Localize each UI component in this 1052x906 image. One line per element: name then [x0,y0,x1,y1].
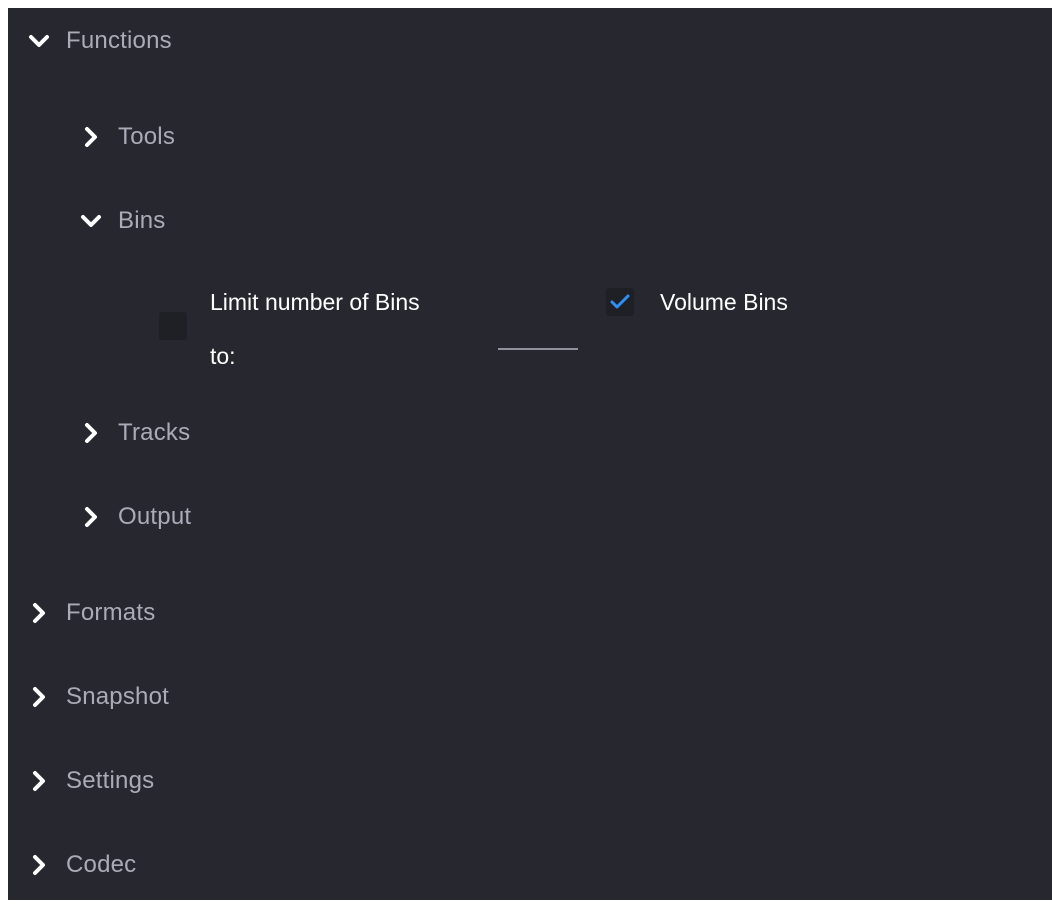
tree-item-formats[interactable]: Formats [24,598,155,628]
chevron-down-icon [76,206,106,236]
limit-bins-label-suffix: to: [210,343,236,369]
tree-item-functions[interactable]: Functions [24,26,172,56]
chevron-down-icon [24,26,54,56]
tree-item-bins[interactable]: Bins [76,206,166,236]
chevron-right-icon [24,766,54,796]
chevron-right-icon [24,850,54,880]
chevron-right-icon [76,418,106,448]
tree-item-label: Snapshot [66,683,170,710]
tree-item-codec[interactable]: Codec [24,850,136,880]
tree-item-output[interactable]: Output [76,502,191,532]
tree-item-label: Formats [66,599,156,626]
tree-item-label: Output [118,503,192,530]
chevron-right-icon [76,502,106,532]
tree-item-label: Codec [66,851,137,878]
tree-item-label: Tracks [118,419,191,446]
tree-item-snapshot[interactable]: Snapshot [24,682,169,712]
volume-bins-label: Volume Bins [660,289,788,315]
limit-bins-label: Limit number of Bins [210,289,420,315]
tree-item-tracks[interactable]: Tracks [76,418,190,448]
tree-item-settings[interactable]: Settings [24,766,154,796]
chevron-right-icon [24,682,54,712]
settings-tree-panel: Functions Tools Bins Limit number of Bin… [8,8,1052,900]
volume-bins-checkbox[interactable] [606,288,634,316]
chevron-right-icon [24,598,54,628]
checkmark-icon [610,294,630,309]
tree-item-label: Tools [118,123,176,150]
limit-bins-input[interactable] [498,320,578,350]
tree-item-tools[interactable]: Tools [76,122,175,152]
tree-item-label: Settings [66,767,155,794]
tree-item-label: Functions [66,27,172,54]
chevron-right-icon [76,122,106,152]
limit-bins-checkbox[interactable] [159,312,187,340]
tree-item-label: Bins [118,207,166,234]
